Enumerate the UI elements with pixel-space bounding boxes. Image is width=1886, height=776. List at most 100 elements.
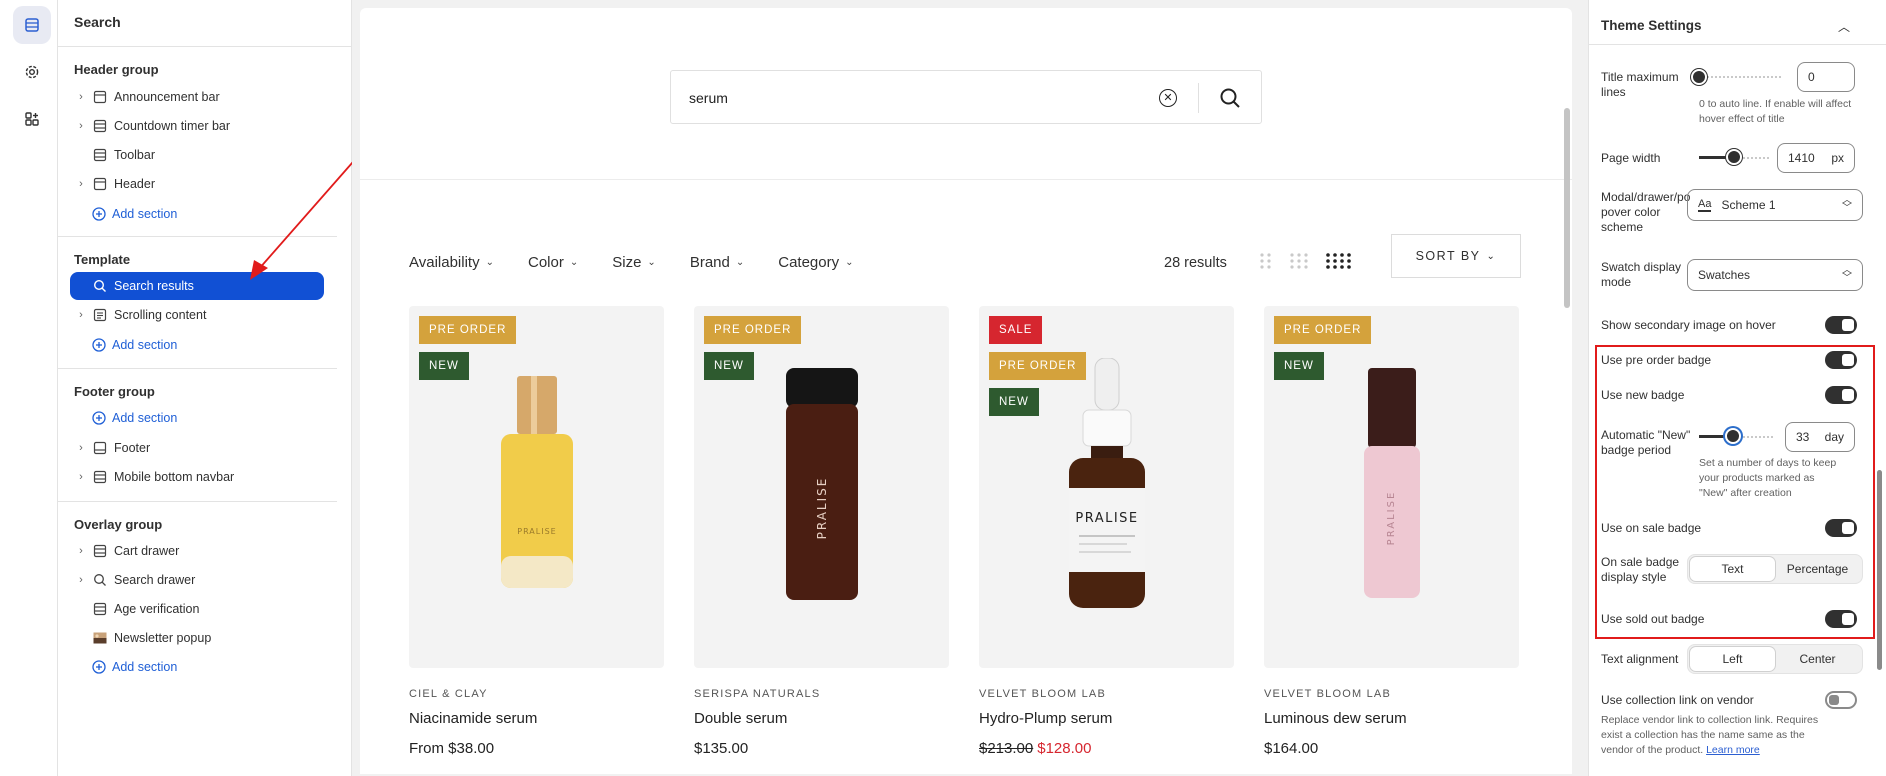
search-input[interactable]: serum: [689, 71, 728, 125]
storefront-preview: serum ✕ Availability ⌄ Color ⌄ Size ⌄ Brand…: [360, 8, 1572, 774]
sort-label: SORT BY: [1415, 249, 1481, 263]
filter-bar: Availability ⌄ Color ⌄ Size ⌄ Brand ⌄ Catego…: [409, 254, 854, 271]
add-section-overlay-group[interactable]: Add section: [92, 654, 177, 680]
product-name[interactable]: Luminous dew serum: [1264, 710, 1519, 727]
add-section-header-group[interactable]: Add section: [92, 201, 177, 227]
chevron-right-icon[interactable]: ›: [74, 471, 88, 483]
add-section-template[interactable]: Add section: [92, 332, 177, 358]
product-vendor[interactable]: VELVET BLOOM LAB: [1264, 688, 1519, 700]
chevron-right-icon[interactable]: ›: [74, 309, 88, 321]
collection-link-toggle[interactable]: [1825, 691, 1857, 709]
product-image[interactable]: PRE ORDER NEW PRALISE: [409, 306, 664, 668]
grid-4-columns-icon[interactable]: [1326, 252, 1352, 270]
product-vendor[interactable]: CIEL & CLAY: [409, 688, 664, 700]
title-max-lines-input[interactable]: 0: [1797, 62, 1855, 92]
chevron-right-icon[interactable]: ›: [74, 442, 88, 454]
overlay-group-title: Overlay group: [74, 517, 163, 532]
product-vendor[interactable]: VELVET BLOOM LAB: [979, 688, 1234, 700]
page-width-value: 1410: [1788, 151, 1815, 165]
product-name[interactable]: Niacinamide serum: [409, 710, 664, 727]
apps-icon[interactable]: [13, 100, 51, 138]
sort-by-button[interactable]: SORT BY ⌄: [1391, 234, 1521, 278]
grid-3-columns-icon[interactable]: [1290, 252, 1308, 270]
tree-item-toolbar[interactable]: Toolbar: [70, 141, 324, 169]
tree-item-mobile-bottom-navbar[interactable]: › Mobile bottom navbar: [70, 463, 324, 491]
chevron-right-icon[interactable]: ›: [74, 91, 88, 103]
chevron-right-icon[interactable]: ›: [74, 120, 88, 132]
divider: [1589, 44, 1886, 45]
product-card[interactable]: PRE ORDER NEW PRALISE VELVET BLOOM LAB L…: [1264, 306, 1519, 757]
section-icon: [92, 440, 108, 456]
filter-availability[interactable]: Availability ⌄: [409, 254, 494, 271]
plus-circle-icon: [92, 338, 106, 352]
sections-icon[interactable]: [13, 6, 51, 44]
filter-label: Brand: [689, 254, 730, 271]
title-max-lines-label: Title maximum lines: [1601, 70, 1679, 99]
filter-category[interactable]: Category ⌄: [778, 254, 853, 271]
chevron-right-icon[interactable]: ›: [74, 178, 88, 190]
page-width-slider-knob[interactable]: [1726, 149, 1742, 165]
brown-serum-bottle-icon: PRALISE: [786, 368, 858, 600]
filter-label: Size: [612, 254, 642, 271]
alignment-option-center[interactable]: Center: [1775, 647, 1860, 671]
chevron-down-icon: ⌄: [569, 257, 579, 268]
product-name[interactable]: Double serum: [694, 710, 949, 727]
tree-item-footer[interactable]: › Footer: [70, 434, 324, 462]
tree-item-announcement-bar[interactable]: › Announcement bar: [70, 83, 324, 111]
help-line: vendor of the product.: [1601, 744, 1704, 756]
secondary-image-toggle[interactable]: [1825, 316, 1857, 334]
color-scheme-select[interactable]: Aa Scheme 1 ︿ ﹀: [1687, 189, 1863, 221]
product-price: $164.00: [1264, 740, 1319, 757]
tree-item-label: Countdown timer bar: [114, 119, 231, 133]
clear-search-icon[interactable]: ✕: [1159, 89, 1177, 107]
product-name[interactable]: Hydro-Plump serum: [979, 710, 1234, 727]
tree-item-label: Scrolling content: [114, 308, 207, 322]
tree-item-label: Age verification: [114, 602, 200, 616]
tree-item-header[interactable]: › Header: [70, 170, 324, 198]
page-width-input[interactable]: 1410 px: [1777, 143, 1855, 173]
tree-item-label: Newsletter popup: [114, 631, 212, 645]
chevron-right-icon[interactable]: ›: [74, 574, 88, 586]
search-bar[interactable]: serum ✕: [670, 70, 1262, 124]
filter-brand[interactable]: Brand ⌄: [690, 254, 744, 271]
chevron-down-icon: ⌄: [845, 257, 854, 268]
collection-link-help: Replace vendor link to collection link. …: [1601, 713, 1871, 758]
title-max-lines-slider-knob[interactable]: [1691, 69, 1707, 85]
theme-settings-panel: Theme Settings ︿ Title maximum lines 0 0…: [1588, 0, 1886, 776]
product-vendor[interactable]: SERISPA NATURALS: [694, 688, 949, 700]
product-image[interactable]: PRE ORDER NEW PRALISE: [694, 306, 949, 668]
chevron-right-icon[interactable]: ›: [74, 545, 88, 557]
chevron-up-icon[interactable]: ︿: [1838, 18, 1850, 35]
tree-item-newsletter-popup[interactable]: Newsletter popup: [70, 624, 324, 652]
alignment-option-left[interactable]: Left: [1690, 647, 1775, 671]
tree-item-label: Toolbar: [114, 148, 155, 162]
collection-link-label: Use collection link on vendor: [1601, 693, 1754, 707]
title-max-lines-help: 0 to auto line. If enable will affect ho…: [1699, 98, 1852, 125]
preview-scrollbar[interactable]: [1564, 108, 1570, 308]
learn-more-link[interactable]: Learn more: [1706, 744, 1760, 756]
filter-size[interactable]: Size ⌄: [612, 254, 656, 271]
title-max-lines-track[interactable]: [1699, 76, 1781, 78]
product-image[interactable]: PRE ORDER NEW PRALISE: [1264, 306, 1519, 668]
product-card[interactable]: PRE ORDER NEW PRALISE SERISPA NATURALS D…: [694, 306, 949, 757]
tree-item-search-results[interactable]: Search results: [70, 272, 324, 300]
product-image[interactable]: SALE PRE ORDER NEW PRALISE: [979, 306, 1234, 668]
tree-item-age-verification[interactable]: Age verification: [70, 595, 324, 623]
product-card[interactable]: PRE ORDER NEW PRALISE CIEL & CLAY Niacin…: [409, 306, 664, 757]
add-section-footer-group[interactable]: Add section: [92, 405, 177, 431]
filter-color[interactable]: Color ⌄: [528, 254, 578, 271]
tree-item-scrolling-content[interactable]: › Scrolling content: [70, 301, 324, 329]
add-section-label: Add section: [112, 660, 178, 674]
tree-item-search-drawer[interactable]: › Search drawer: [70, 566, 324, 594]
bottle-label: PRALISE: [1075, 511, 1138, 526]
tree-item-countdown-timer-bar[interactable]: › Countdown timer bar: [70, 112, 324, 140]
icon-rail: [0, 0, 58, 776]
search-icon[interactable]: [1217, 85, 1243, 111]
product-card[interactable]: SALE PRE ORDER NEW PRALISE VELVET BLOOM …: [979, 306, 1234, 757]
settings-scrollbar[interactable]: [1877, 470, 1882, 670]
settings-gear-icon[interactable]: [13, 53, 51, 91]
tree-item-cart-drawer[interactable]: › Cart drawer: [70, 537, 324, 565]
grid-2-columns-icon[interactable]: [1260, 252, 1272, 270]
tree-item-label: Search results: [114, 279, 194, 293]
swatch-mode-select[interactable]: Swatches ︿ ﹀: [1687, 259, 1863, 291]
